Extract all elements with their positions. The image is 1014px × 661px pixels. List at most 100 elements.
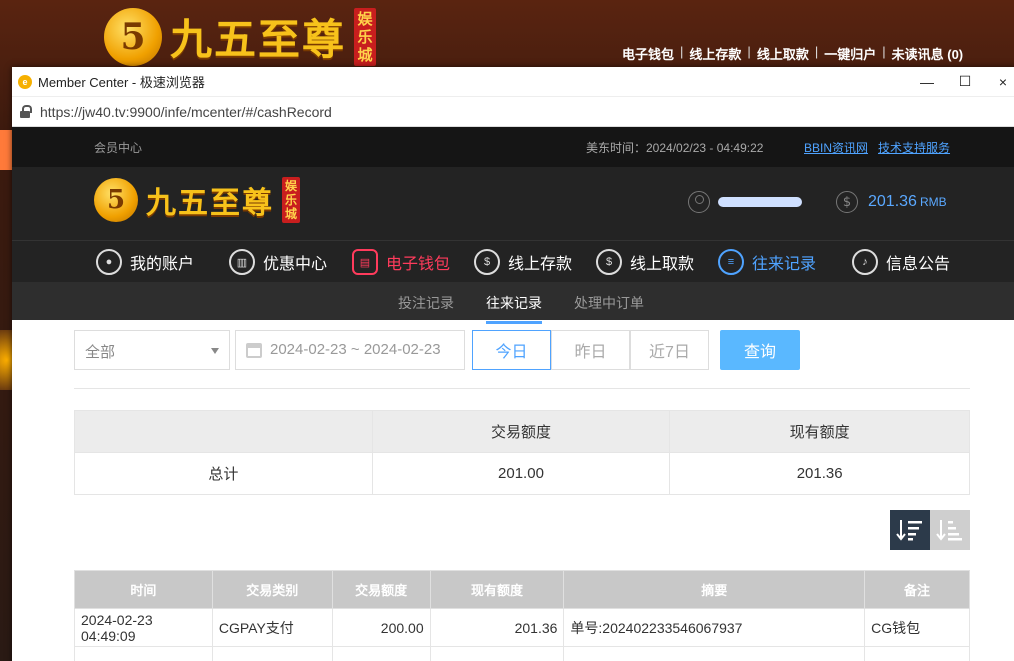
sort-desc-icon	[896, 520, 922, 541]
wallet-icon: ▤	[352, 249, 378, 275]
user-icon	[688, 191, 710, 213]
sort-desc-button[interactable]	[890, 510, 930, 550]
background-top-nav: 电子钱包 | 线上存款 | 线上取款 | 一键归户 | 未读讯息 (0)	[622, 44, 963, 63]
empty-cell	[429, 646, 565, 661]
sort-asc-button[interactable]	[930, 510, 970, 550]
site-top-bar: 会员中心 美东时间：2024/02/23 - 04:49:22 BBIN资讯网 …	[12, 127, 1014, 167]
type-select[interactable]: 全部	[74, 330, 230, 370]
logo-text: 九五至尊	[170, 15, 347, 64]
sort-asc-icon	[936, 520, 962, 541]
record-balance: 201.36	[429, 608, 565, 647]
last7days-button[interactable]: 近7日	[630, 330, 709, 370]
record-note: CG钱包	[864, 608, 970, 647]
nav-label: 优惠中心	[263, 256, 328, 273]
chevron-down-icon	[211, 348, 219, 354]
us-time: 美东时间：2024/02/23 - 04:49:22	[586, 140, 764, 155]
top-nav-deposit[interactable]: 线上存款	[689, 44, 741, 63]
empty-cell	[563, 646, 866, 661]
empty-cell	[864, 646, 970, 661]
separator: |	[680, 44, 684, 59]
record-icon: ≡	[718, 249, 744, 275]
summary-table: 交易额度 现有额度 总计 201.00 201.36	[74, 410, 970, 495]
tab-cash-records[interactable]: 往来记录	[486, 293, 542, 324]
currency: RMB	[919, 195, 947, 209]
nav-label: 线上取款	[630, 256, 695, 273]
summary-header-row: 交易额度 现有额度	[74, 410, 970, 453]
tab-bet-records[interactable]: 投注记录	[398, 293, 454, 313]
records-header-cell: 摘要	[563, 570, 866, 609]
empty-cell	[211, 646, 333, 661]
window-title: Member Center - 极速浏览器	[38, 75, 205, 90]
nav-deposit[interactable]: $ 线上存款	[474, 249, 572, 275]
balance-value: 201.36 RMB	[868, 193, 947, 211]
logo-coin-icon: 5	[94, 178, 138, 222]
logo-seal: 娱乐城	[354, 7, 377, 66]
site-logo[interactable]: 5 九五至尊 娱乐城	[94, 177, 300, 223]
top-nav-withdraw[interactable]: 线上取款	[757, 44, 809, 63]
sub-nav: 投注记录 往来记录 处理中订单	[12, 282, 1014, 324]
balance-amount: 201.36	[868, 193, 917, 210]
background-logo: 5 九五至尊 娱乐城	[104, 6, 377, 67]
records-header-cell: 时间	[74, 570, 213, 609]
balance-info: $ 201.36 RMB	[836, 191, 947, 213]
nav-wallet[interactable]: ▤ 电子钱包	[352, 249, 450, 275]
table-row: 2024-02-23 04:49:09 CGPAY支付 200.00 201.3…	[74, 608, 970, 647]
title-bar: e Member Center - 极速浏览器 — ☐ ×	[12, 67, 1014, 97]
separator: |	[882, 44, 886, 59]
today-button[interactable]: 今日	[472, 330, 551, 370]
main-nav: ● 我的账户 ▥ 优惠中心 ▤ 电子钱包 $ 线上存款 $ 线上取款 ≡ 往来记录 ♪ 信息公…	[12, 240, 1014, 282]
records-header-row: 时间 交易类别 交易额度 现有额度 摘要 备注	[74, 570, 970, 609]
maximize-button[interactable]: ☐	[946, 67, 984, 97]
user-icon: ●	[96, 249, 122, 275]
nav-promotions[interactable]: ▥ 优惠中心	[229, 249, 327, 275]
window-controls: — ☐ ×	[908, 67, 1014, 97]
address-bar[interactable]: https://jw40.tv:9900/infe/mcenter/#/cash…	[12, 97, 1014, 127]
separator: |	[747, 44, 751, 59]
dollar-icon: $	[836, 191, 858, 213]
record-time: 2024-02-23 04:49:09	[74, 608, 213, 647]
bbin-link[interactable]: BBIN资讯网	[804, 139, 868, 156]
top-nav-consolidate[interactable]: 一键归户	[824, 44, 876, 63]
summary-header-cell: 交易额度	[371, 410, 671, 453]
tab-pending-orders[interactable]: 处理中订单	[574, 293, 644, 313]
records-table: 时间 交易类别 交易额度 现有额度 摘要 备注 2024-02-23 04:49…	[74, 570, 970, 661]
records-header-cell: 交易类别	[211, 570, 333, 609]
records-header-cell: 备注	[864, 570, 970, 609]
masked-username	[718, 197, 802, 207]
date-range-value: 2024-02-23 ~ 2024-02-23	[270, 341, 441, 358]
date-range-input[interactable]: 2024-02-23 ~ 2024-02-23	[235, 330, 465, 370]
top-nav-wallet[interactable]: 电子钱包	[622, 44, 674, 63]
record-amount: 200.00	[331, 608, 431, 647]
minimize-button[interactable]: —	[908, 67, 946, 97]
deposit-icon: $	[474, 249, 500, 275]
withdraw-icon: $	[596, 249, 622, 275]
summary-cell: 201.36	[669, 452, 970, 495]
type-select-value: 全部	[85, 344, 116, 361]
yesterday-button[interactable]: 昨日	[551, 330, 630, 370]
url-text[interactable]: https://jw40.tv:9900/infe/mcenter/#/cash…	[40, 104, 332, 120]
empty-cell	[331, 646, 431, 661]
empty-cell	[74, 646, 213, 661]
top-nav-unread[interactable]: 未读讯息 (0)	[892, 44, 964, 63]
close-button[interactable]: ×	[984, 67, 1014, 97]
query-button[interactable]: 查询	[720, 330, 800, 370]
nav-my-account[interactable]: ● 我的账户	[96, 249, 194, 275]
divider	[74, 388, 970, 389]
summary-header-cell: 现有额度	[669, 410, 970, 453]
nav-withdraw[interactable]: $ 线上取款	[596, 249, 694, 275]
summary-header-cell	[74, 410, 373, 453]
summary-cell: 总计	[74, 452, 373, 495]
nav-announcements[interactable]: ♪ 信息公告	[852, 249, 950, 275]
content-area: 全部 2024-02-23 ~ 2024-02-23 今日 昨日 近7日 查询 …	[12, 320, 1014, 661]
logo-coin-icon: 5	[104, 7, 162, 66]
summary-row: 总计 201.00 201.36	[74, 452, 970, 495]
support-link[interactable]: 技术支持服务	[878, 139, 950, 156]
nav-label: 线上存款	[508, 256, 573, 273]
bell-icon: ♪	[852, 249, 878, 275]
nav-records[interactable]: ≡ 往来记录	[718, 249, 816, 275]
records-header-cell: 交易额度	[331, 570, 431, 609]
nav-label: 信息公告	[886, 256, 951, 273]
lock-icon	[20, 104, 32, 119]
sort-buttons	[890, 510, 970, 550]
nav-label: 我的账户	[130, 256, 195, 273]
